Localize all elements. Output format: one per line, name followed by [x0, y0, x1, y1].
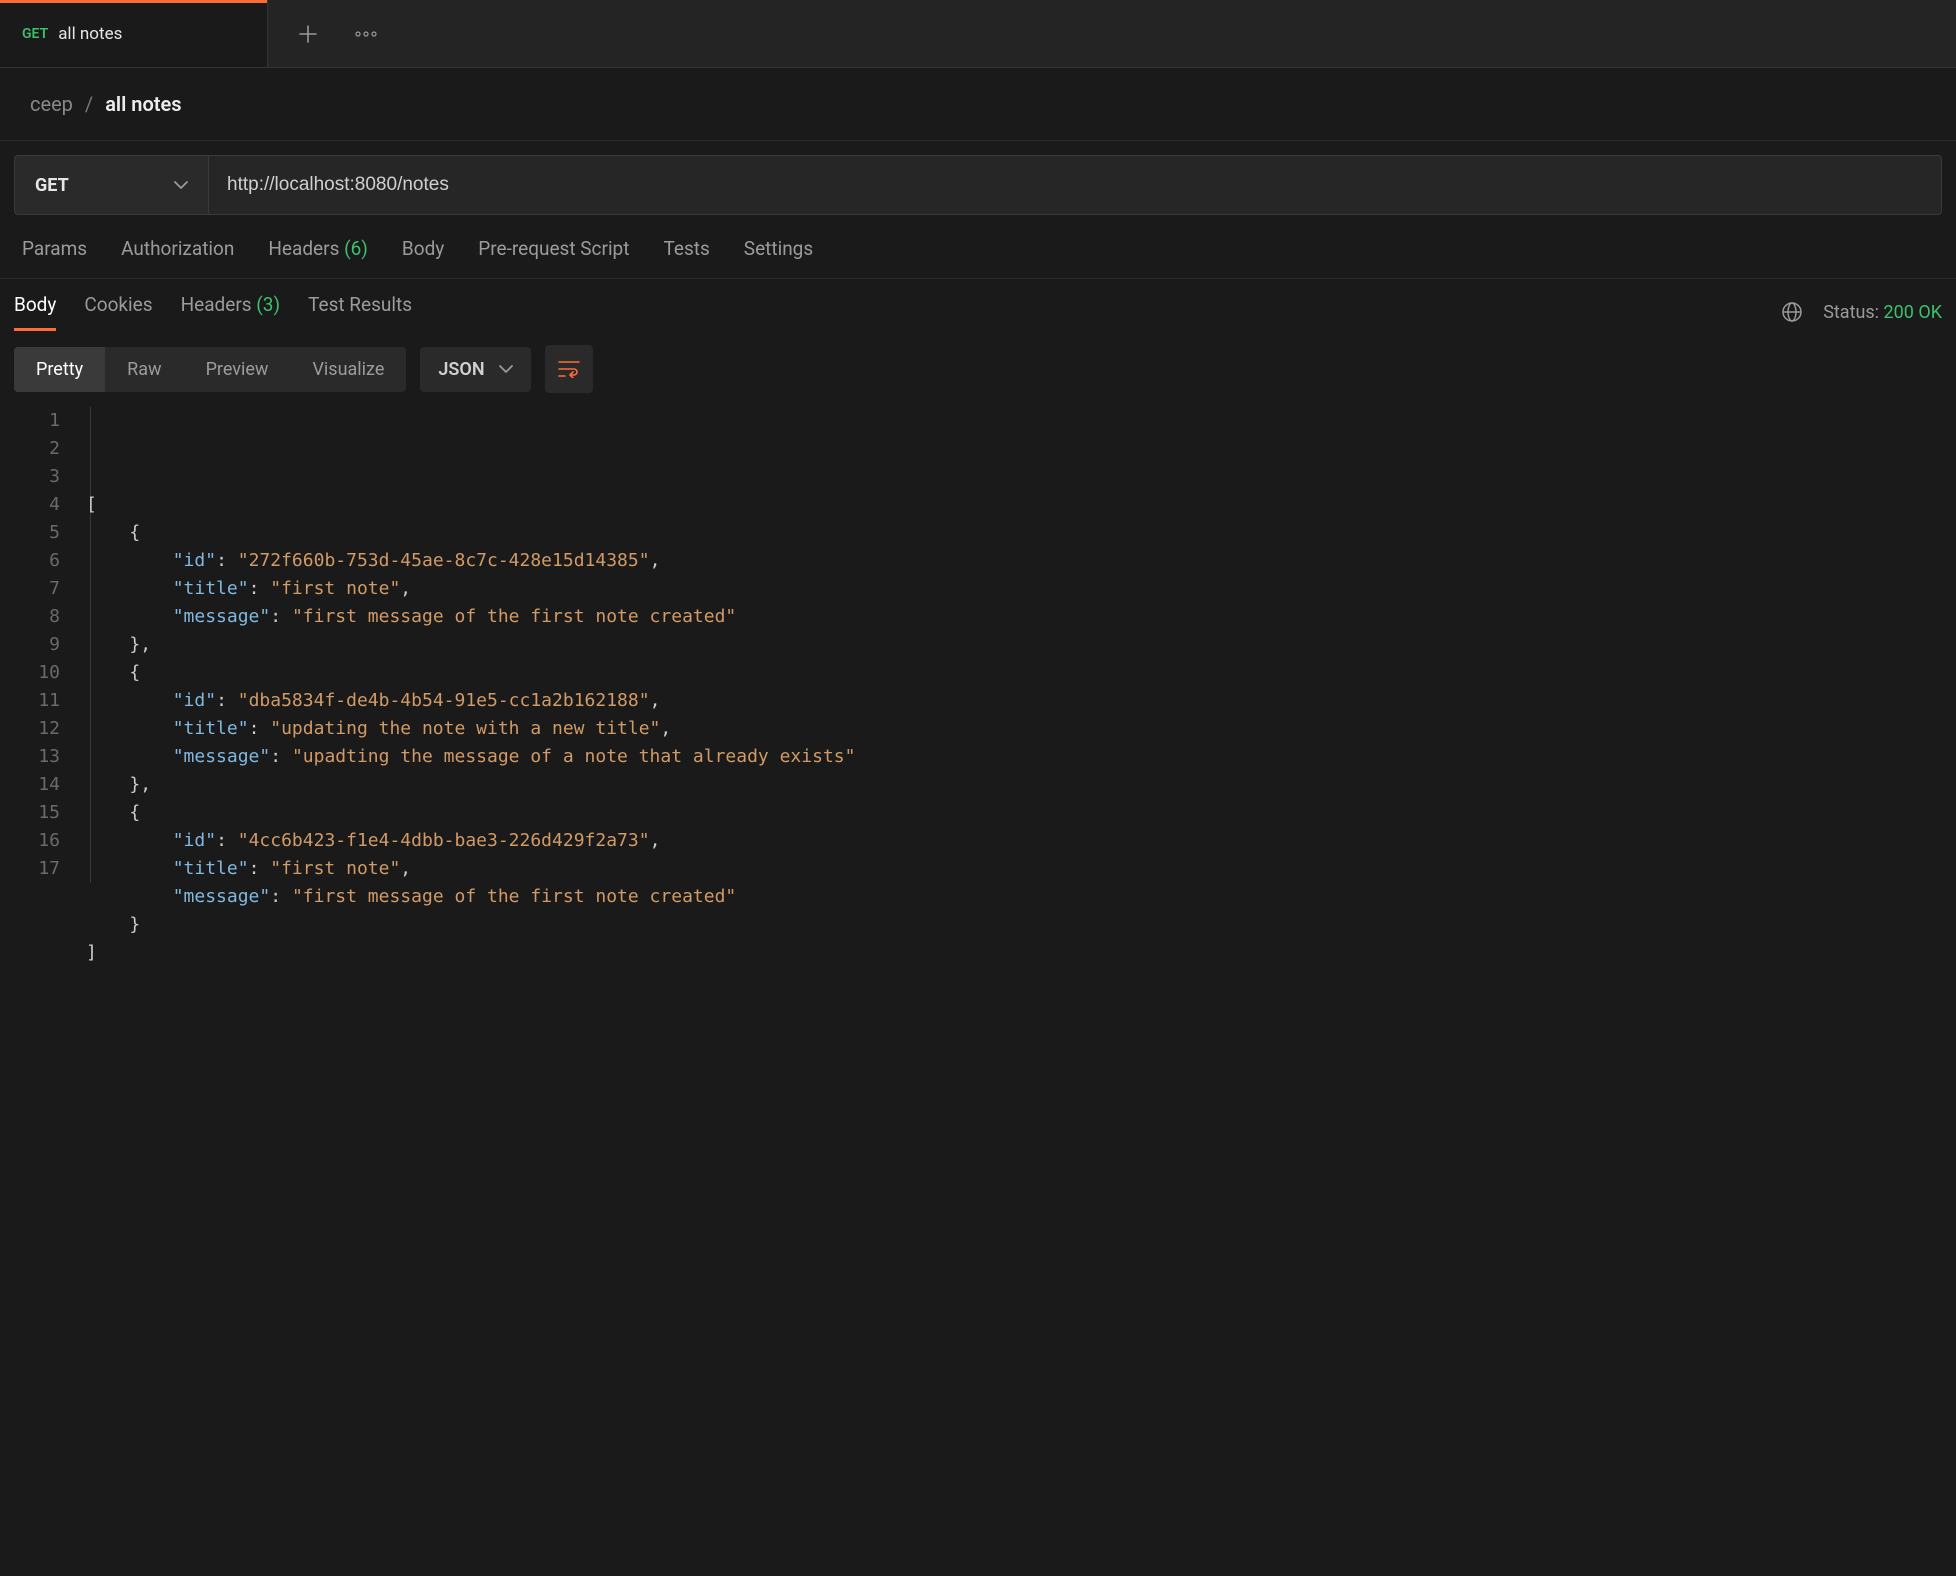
res-tab-headers-count: (3) — [256, 293, 280, 316]
res-tab-body[interactable]: Body — [14, 293, 56, 331]
breadcrumb-collection[interactable]: ceep — [30, 92, 73, 116]
code-line: } — [78, 911, 1956, 939]
code-line: { — [78, 799, 1956, 827]
chevron-down-icon — [499, 364, 513, 374]
status-label: Status: — [1823, 302, 1879, 323]
code-line: }, — [78, 771, 1956, 799]
request-config-tabs: Params Authorization Headers (6) Body Pr… — [0, 215, 1956, 279]
tab-headers[interactable]: Headers (6) — [268, 237, 368, 260]
code-line: "id": "dba5834f-de4b-4b54-91e5-cc1a2b162… — [78, 687, 1956, 715]
code-line: "title": "updating the note with a new t… — [78, 715, 1956, 743]
code-line: }, — [78, 631, 1956, 659]
http-method-select[interactable]: GET — [14, 155, 208, 215]
format-dropdown[interactable]: JSON — [420, 347, 530, 392]
response-bar: Body Cookies Headers (3) Test Results St… — [0, 279, 1956, 331]
view-mode-group: Pretty Raw Preview Visualize — [14, 347, 406, 392]
plus-icon[interactable] — [296, 22, 320, 46]
tab-authorization[interactable]: Authorization — [121, 237, 234, 260]
view-mode-preview[interactable]: Preview — [184, 347, 291, 392]
code-line: "message": "upadting the message of a no… — [78, 743, 1956, 771]
tab-bar-actions — [268, 0, 378, 67]
code-line: [ — [78, 491, 1956, 519]
code-line: "id": "4cc6b423-f1e4-4dbb-bae3-226d429f2… — [78, 827, 1956, 855]
view-mode-visualize[interactable]: Visualize — [290, 347, 406, 392]
tab-params[interactable]: Params — [22, 237, 87, 260]
tab-headers-label: Headers — [268, 237, 339, 260]
wrap-icon — [558, 360, 580, 378]
format-dropdown-value: JSON — [438, 359, 484, 380]
view-mode-row: Pretty Raw Preview Visualize JSON — [0, 331, 1956, 399]
response-body-editor[interactable]: 1234567891011121314151617 [ { "id": "272… — [0, 399, 1956, 987]
res-tab-test-results[interactable]: Test Results — [308, 293, 412, 331]
url-row: GET — [0, 141, 1956, 215]
status-value: 200 OK — [1884, 302, 1943, 323]
code-line: "message": "first message of the first n… — [78, 603, 1956, 631]
view-mode-raw[interactable]: Raw — [105, 347, 183, 392]
breadcrumb-separator: / — [85, 92, 93, 116]
wrap-lines-button[interactable] — [545, 345, 593, 393]
line-gutter: 1234567891011121314151617 — [0, 407, 78, 967]
code-line: "id": "272f660b-753d-45ae-8c7c-428e15d14… — [78, 547, 1956, 575]
code-line: { — [78, 659, 1956, 687]
response-tabs: Body Cookies Headers (3) Test Results — [14, 293, 412, 331]
tab-settings[interactable]: Settings — [744, 237, 813, 260]
tab-method-badge: GET — [22, 26, 48, 42]
tab-tests[interactable]: Tests — [663, 237, 709, 260]
res-tab-headers-label: Headers — [181, 293, 252, 316]
chevron-down-icon — [174, 180, 188, 190]
res-tab-cookies[interactable]: Cookies — [84, 293, 152, 331]
breadcrumb-request: all notes — [105, 92, 181, 116]
code-line: ] — [78, 939, 1956, 967]
code-area[interactable]: [ { "id": "272f660b-753d-45ae-8c7c-428e1… — [78, 407, 1956, 967]
http-method-value: GET — [35, 175, 69, 196]
view-mode-pretty[interactable]: Pretty — [14, 347, 105, 392]
tab-prerequest[interactable]: Pre-request Script — [478, 237, 629, 260]
code-line: { — [78, 519, 1956, 547]
tab-title: all notes — [58, 24, 122, 44]
breadcrumb: ceep / all notes — [0, 68, 1956, 141]
request-tab[interactable]: GET all notes — [0, 0, 268, 67]
url-input[interactable] — [208, 155, 1942, 215]
more-icon[interactable] — [354, 22, 378, 46]
tab-body[interactable]: Body — [402, 237, 444, 260]
code-line: "message": "first message of the first n… — [78, 883, 1956, 911]
code-line: "title": "first note", — [78, 855, 1956, 883]
globe-icon[interactable] — [1781, 301, 1803, 323]
tab-headers-count: (6) — [344, 237, 368, 260]
response-status: Status: 200 OK — [1781, 301, 1942, 323]
res-tab-headers[interactable]: Headers (3) — [181, 293, 281, 331]
tab-bar: GET all notes — [0, 0, 1956, 68]
code-line: "title": "first note", — [78, 575, 1956, 603]
